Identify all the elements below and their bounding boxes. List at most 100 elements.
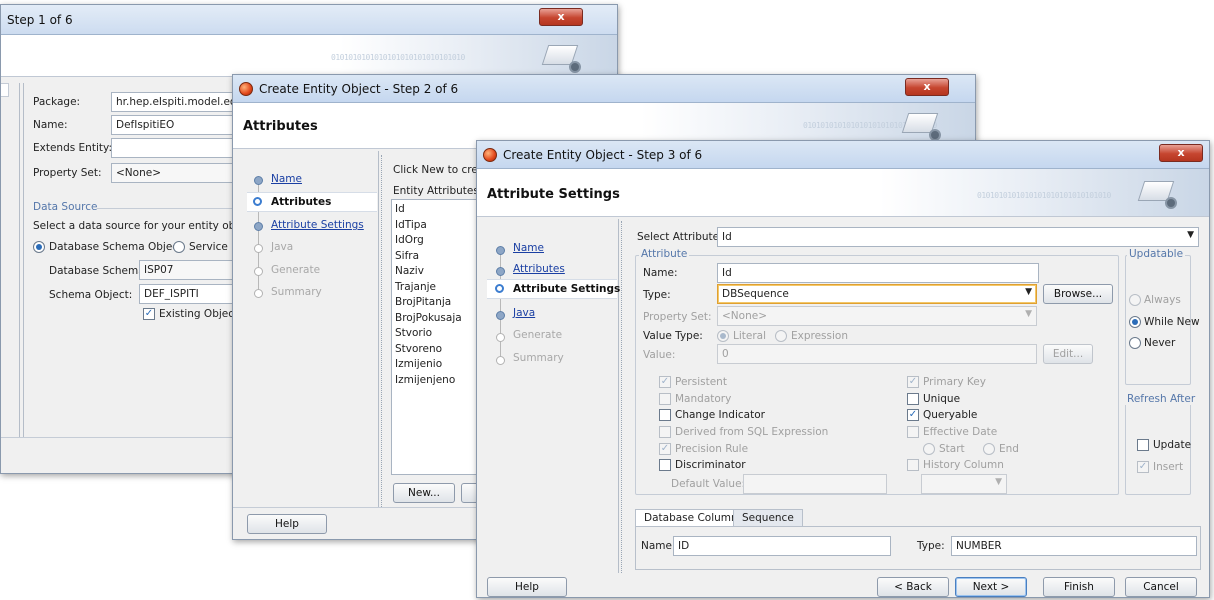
step2-close-button[interactable]: x (905, 78, 949, 96)
queryable-checkbox[interactable]: ✓ (907, 409, 919, 421)
step3-nav-dot-java (496, 311, 505, 320)
always-label: Always (1144, 294, 1181, 306)
value-label: Value: (643, 349, 676, 361)
list-item[interactable]: BrojPitanja (395, 295, 487, 311)
finish-button[interactable]: Finish (1043, 577, 1115, 597)
existing-object-checkbox[interactable]: ✓ (143, 308, 155, 320)
attr-name-field[interactable]: Id (717, 263, 1039, 283)
dropdown-arrow-icon: ▼ (1025, 309, 1032, 319)
list-item[interactable]: IdOrg (395, 233, 487, 249)
dropdown-arrow-icon: ▼ (1187, 230, 1194, 240)
tab-sequence[interactable]: Sequence (733, 509, 803, 527)
name-label: Name: (33, 119, 68, 131)
property-set-label: Property Set: (33, 167, 102, 179)
step3-nav-summary: Summary (513, 352, 564, 364)
step3-nav-attribute-settings[interactable]: Attribute Settings (513, 283, 620, 295)
step3-nav-name[interactable]: Name (513, 242, 544, 254)
step3-nav-dot-summary (496, 356, 505, 365)
list-item[interactable]: IdTipa (395, 218, 487, 234)
list-item[interactable]: Naziv (395, 264, 487, 280)
tab-database-column[interactable]: Database Column (635, 509, 747, 527)
list-item[interactable]: Stvoreno (395, 342, 487, 358)
list-item[interactable]: Trajanje (395, 280, 487, 296)
list-item[interactable]: BrojPokusaja (395, 311, 487, 327)
help-button[interactable]: Help (487, 577, 567, 597)
while-new-label: While New (1144, 316, 1200, 328)
dropdown-arrow-icon: ▼ (1025, 287, 1032, 297)
browse-button[interactable]: Browse... (1043, 284, 1113, 304)
end-radio (983, 443, 995, 455)
attr-type-label: Type: (643, 289, 671, 301)
refresh-insert-checkbox: ✓ (1137, 461, 1149, 473)
default-value-label: Default Value: (671, 478, 746, 490)
column-name-field[interactable]: ID (673, 536, 891, 556)
change-indicator-label: Change Indicator (675, 409, 765, 421)
primary-key-checkbox: ✓ (907, 376, 919, 388)
step2-nav-attribute-settings[interactable]: Attribute Settings (271, 219, 364, 231)
list-item[interactable]: Sifra (395, 249, 487, 265)
step1-titlebar[interactable]: Step 1 of 6 x (1, 5, 617, 35)
history-column-label: History Column (923, 459, 1004, 471)
list-item[interactable]: Stvorio (395, 326, 487, 342)
refresh-update-label: Update (1153, 439, 1192, 451)
step3-banner: Attribute Settings 010101010101010101010… (477, 169, 1209, 217)
next-button[interactable]: Next > (955, 577, 1027, 597)
queryable-label: Queryable (923, 409, 978, 421)
step3-close-button[interactable]: x (1159, 144, 1203, 162)
step1-close-button[interactable]: x (539, 8, 583, 26)
change-indicator-checkbox[interactable] (659, 409, 671, 421)
column-type-field[interactable]: NUMBER (951, 536, 1197, 556)
database-schema-label: Database Schema: (49, 265, 149, 277)
property-set-dropdown[interactable]: <None> (111, 163, 241, 183)
derived-sql-label: Derived from SQL Expression (675, 426, 829, 438)
step3-nav-java[interactable]: Java (513, 307, 535, 319)
step3-nav-dot-attribute-settings (495, 284, 504, 293)
step1-nav-divider (1, 83, 9, 97)
step2-nav-name[interactable]: Name (271, 173, 302, 185)
mandatory-checkbox (659, 393, 671, 405)
derived-sql-checkbox (659, 426, 671, 438)
step3-nav-track (500, 249, 501, 359)
refresh-after-group-title: Refresh After (1125, 393, 1198, 405)
step2-splitter[interactable] (381, 155, 385, 507)
step2-nav-generate: Generate (271, 264, 321, 276)
new-attribute-button[interactable]: New... (393, 483, 455, 503)
cancel-button[interactable]: Cancel (1125, 577, 1197, 597)
refresh-update-checkbox[interactable] (1137, 439, 1149, 451)
effective-date-label: Effective Date (923, 426, 998, 438)
database-schema-dropdown[interactable]: ISP07 (139, 260, 239, 280)
unique-checkbox[interactable] (907, 393, 919, 405)
start-radio (923, 443, 935, 455)
name-field[interactable]: DefIspitiEO (111, 115, 241, 135)
persistent-label: Persistent (675, 376, 727, 388)
list-item[interactable]: Izmijenio (395, 357, 487, 373)
list-item[interactable]: Id (395, 202, 487, 218)
step3-splitter[interactable] (621, 221, 625, 573)
persistent-checkbox: ✓ (659, 376, 671, 388)
schema-object-field[interactable]: DEF_ISPITI (139, 284, 239, 304)
history-column-dropdown: ▼ (921, 474, 1007, 494)
effective-date-checkbox (907, 426, 919, 438)
service-interface-radio[interactable] (173, 241, 185, 253)
step3-nav-attributes[interactable]: Attributes (513, 263, 565, 275)
start-label: Start (939, 443, 965, 455)
never-radio[interactable] (1129, 337, 1141, 349)
discriminator-checkbox[interactable] (659, 459, 671, 471)
step2-nav-attributes[interactable]: Attributes (271, 196, 331, 208)
step1-title: Step 1 of 6 (7, 12, 73, 27)
step2-help-button[interactable]: Help (247, 514, 327, 534)
while-new-radio[interactable] (1129, 316, 1141, 328)
step3-titlebar[interactable]: Create Entity Object - Step 3 of 6 x (477, 141, 1209, 169)
attr-type-dropdown[interactable]: DBSequence ▼ (717, 284, 1037, 304)
expression-radio (775, 330, 787, 342)
attribute-group-title: Attribute (639, 248, 690, 260)
extends-entity-field[interactable] (111, 138, 241, 158)
literal-label: Literal (733, 330, 767, 342)
step2-hint: Click New to creat (393, 164, 489, 176)
package-field[interactable]: hr.hep.eIspiti.model.eo (111, 92, 241, 112)
back-button[interactable]: < Back (877, 577, 949, 597)
database-schema-object-radio[interactable] (33, 241, 45, 253)
list-item[interactable]: Izmijenjeno (395, 373, 487, 389)
select-attribute-dropdown[interactable]: Id ▼ (717, 227, 1199, 247)
step2-titlebar[interactable]: Create Entity Object - Step 2 of 6 x (233, 75, 975, 103)
